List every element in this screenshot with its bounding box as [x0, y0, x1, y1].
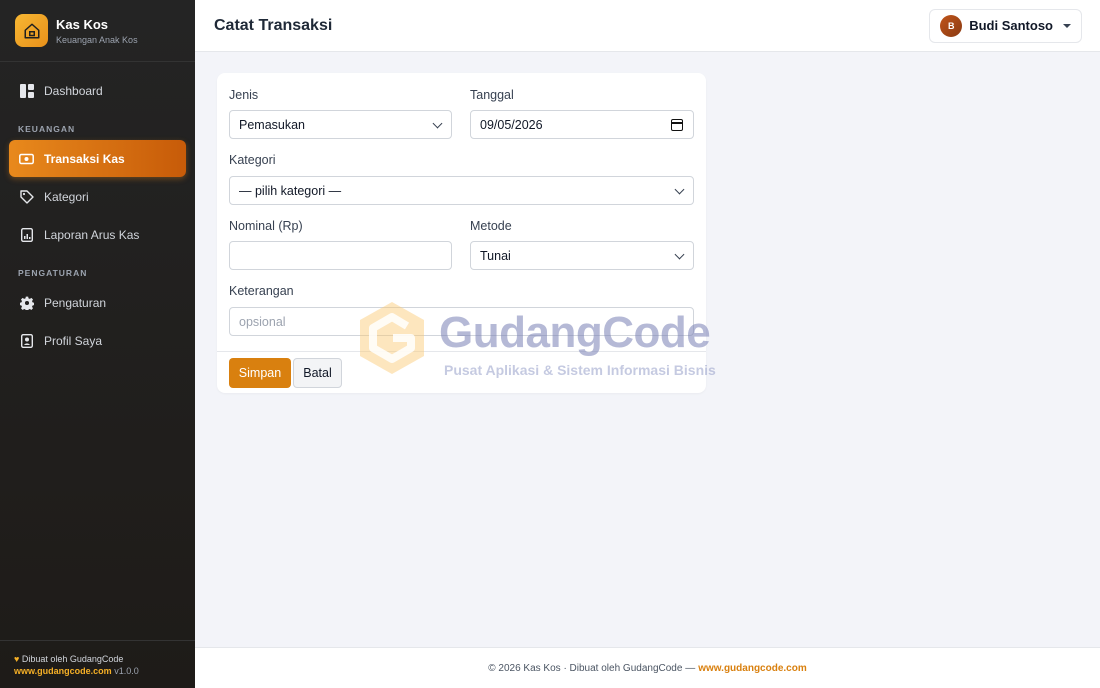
footer-link[interactable]: www.gudangcode.com [698, 663, 807, 674]
user-name: Budi Santoso [969, 18, 1053, 33]
tanggal-date-input[interactable]: 09/05/2026 [470, 110, 694, 139]
keterangan-input[interactable]: opsional [229, 307, 694, 336]
chevron-down-icon [432, 118, 443, 129]
brand[interactable]: Kas Kos Keuangan Anak Kos [0, 0, 195, 62]
footer-text: © 2026 Kas Kos · Dibuat oleh GudangCode … [488, 662, 696, 674]
sidebar-item-label: Dashboard [44, 83, 103, 98]
save-button[interactable]: Simpan [229, 358, 291, 388]
user-menu-button[interactable]: B Budi Santoso [929, 8, 1082, 43]
heart-icon: ♥ [14, 654, 20, 664]
metode-label: Metode [470, 219, 512, 233]
sidebar-item-profil-saya[interactable]: Profil Saya [9, 322, 186, 359]
sidebar-item-kategori[interactable]: Kategori [9, 178, 186, 215]
sidebar-item-dashboard[interactable]: Dashboard [9, 72, 186, 109]
brand-subtitle: Keuangan Anak Kos [56, 34, 138, 45]
version-text: v1.0.0 [114, 666, 139, 676]
avatar: B [940, 14, 963, 37]
sidebar-item-label: Pengaturan [44, 295, 107, 310]
metode-value: Tunai [480, 248, 511, 263]
nominal-input[interactable] [229, 241, 452, 270]
sidebar-footer: ♥ Dibuat oleh GudangCode www.gudangcode.… [0, 640, 195, 688]
gear-icon [19, 295, 34, 310]
sidebar-item-label: Laporan Arus Kas [44, 227, 140, 242]
card-divider [217, 351, 706, 352]
chevron-down-icon [674, 249, 685, 260]
jenis-label: Jenis [229, 88, 259, 102]
section-keuangan: KEUANGAN [18, 124, 76, 134]
made-by-text: Dibuat oleh GudangCode [21, 654, 124, 664]
tag-icon [19, 189, 34, 204]
sidebar-item-label: Kategori [44, 189, 89, 204]
topbar: Catat Transaksi B Budi Santoso [195, 0, 1100, 52]
profile-icon [19, 333, 34, 348]
cash-icon [19, 151, 34, 166]
sidebar-item-transaksi-kas[interactable]: Transaksi Kas [9, 140, 186, 177]
sidebar-item-pengaturan[interactable]: Pengaturan [9, 284, 186, 321]
house-logo-icon [15, 14, 48, 47]
kategori-select[interactable]: — pilih kategori — [229, 176, 694, 205]
calendar-icon[interactable] [671, 119, 683, 131]
cancel-button[interactable]: Batal [293, 358, 342, 388]
keterangan-label: Keterangan [229, 284, 294, 298]
tanggal-value: 09/05/2026 [480, 117, 543, 132]
transaction-form-card: Jenis Pemasukan Tanggal 09/05/2026 Kateg… [217, 73, 706, 393]
caret-down-icon [1063, 23, 1071, 28]
sidebar-item-label: Transaksi Kas [44, 151, 125, 166]
sidebar-item-label: Profil Saya [44, 333, 103, 348]
nominal-label: Nominal (Rp) [229, 219, 303, 233]
metode-select[interactable]: Tunai [470, 241, 694, 270]
sidebar: Kas Kos Keuangan Anak Kos Dashboard KEUA… [0, 0, 195, 688]
kategori-value: — pilih kategori — [239, 183, 342, 198]
jenis-value: Pemasukan [239, 117, 306, 132]
section-pengaturan: PENGATURAN [18, 268, 88, 278]
page-footer: © 2026 Kas Kos · Dibuat oleh GudangCode … [195, 647, 1100, 688]
sidebar-nav: Dashboard KEUANGAN Transaksi Kas Kategor… [0, 62, 195, 359]
keterangan-placeholder: opsional [239, 314, 286, 329]
page-title: Catat Transaksi [214, 16, 333, 34]
jenis-select[interactable]: Pemasukan [229, 110, 452, 139]
kategori-label: Kategori [229, 153, 276, 167]
brand-title: Kas Kos [56, 16, 109, 32]
sidebar-item-laporan-arus-kas[interactable]: Laporan Arus Kas [9, 216, 186, 253]
sidebar-site-link[interactable]: www.gudangcode.com [14, 666, 112, 676]
tanggal-label: Tanggal [470, 88, 514, 102]
dashboard-icon [19, 83, 34, 98]
chevron-down-icon [674, 184, 685, 195]
report-icon [19, 227, 34, 242]
